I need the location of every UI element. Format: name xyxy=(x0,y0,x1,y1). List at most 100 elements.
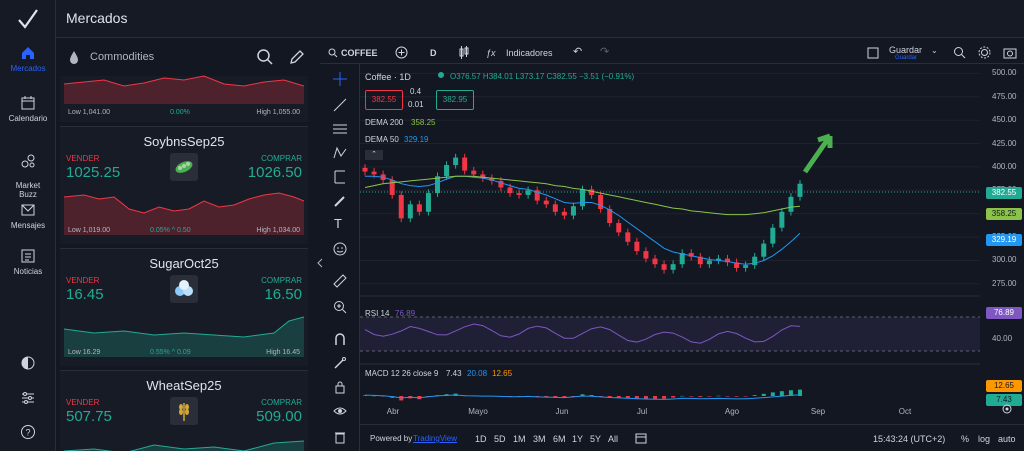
camera-icon[interactable] xyxy=(1003,46,1017,59)
help-icon[interactable]: ? xyxy=(20,424,36,440)
market-card-sugar[interactable]: SugarOct25 VENDER COMPRAR 16.45 16.50 Lo… xyxy=(60,248,308,366)
high-value: High 1,055.00 xyxy=(256,109,300,116)
layout-icon[interactable] xyxy=(867,47,879,59)
trend-line-icon[interactable] xyxy=(333,98,347,112)
symbol-button[interactable]: COFFEE xyxy=(341,48,378,58)
collapse-panel-icon[interactable] xyxy=(316,258,324,268)
undo-icon[interactable]: ↶ xyxy=(573,45,582,58)
price-axis[interactable]: 275.00300.00325.00350.00375.00400.00425.… xyxy=(980,64,1024,419)
buy-button[interactable]: 382.95 xyxy=(436,90,474,110)
indicators-button[interactable]: Indicadores xyxy=(506,48,553,58)
edit-pencil-icon[interactable] xyxy=(288,48,306,66)
range-3m[interactable]: 3M xyxy=(533,434,546,444)
range-1d[interactable]: 1D xyxy=(475,434,487,444)
chart-title: Coffee · 1D xyxy=(365,72,411,82)
search-icon[interactable] xyxy=(256,48,274,66)
market-card[interactable]: Low 1,041.00 0.00% High 1,055.00 xyxy=(60,75,308,122)
price-tick-label: 475.00 xyxy=(992,91,1017,101)
mail-icon xyxy=(21,204,35,216)
trash-icon[interactable] xyxy=(333,430,347,444)
sell-label: VENDER xyxy=(66,154,100,163)
tradingview-link[interactable]: TradingView xyxy=(413,434,457,443)
macd-bar xyxy=(716,395,721,397)
dema200-value: 358.25 xyxy=(411,118,436,127)
add-symbol-icon[interactable] xyxy=(395,46,408,59)
nav-item-noticias[interactable]: Noticias xyxy=(0,248,56,276)
instrument-name: WheatSep25 xyxy=(146,378,222,393)
candles-icon[interactable] xyxy=(458,46,470,59)
save-button[interactable]: Guardar xyxy=(889,45,922,55)
range-1y[interactable]: 1Y xyxy=(572,434,583,444)
range-5d[interactable]: 5D xyxy=(494,434,506,444)
buy-price-button[interactable]: 1026.50 xyxy=(248,164,302,181)
price-tick-label: 500.00 xyxy=(992,68,1017,78)
sell-price-button[interactable]: 16.45 xyxy=(66,286,104,303)
sell-button[interactable]: 382.55 xyxy=(365,90,403,110)
range-5y[interactable]: 5Y xyxy=(590,434,601,444)
text-tool-icon[interactable]: T xyxy=(334,216,342,231)
rsi-band xyxy=(360,317,980,351)
price-tick-label: 450.00 xyxy=(992,115,1017,125)
interval-button[interactable]: D xyxy=(430,48,437,58)
brand-logo-icon[interactable] xyxy=(17,8,39,30)
search-icon[interactable] xyxy=(328,48,338,58)
buy-label: COMPRAR xyxy=(261,398,302,407)
market-card-wheat[interactable]: WheatSep25 VENDER COMPRAR 507.75 509.00 xyxy=(60,370,308,451)
sell-price-button[interactable]: 1025.25 xyxy=(66,164,120,181)
crosshair-icon[interactable] xyxy=(333,72,347,86)
ruler-icon[interactable] xyxy=(333,274,347,288)
collapse-legend-icon[interactable]: ⌃ xyxy=(365,150,383,160)
emoji-icon[interactable] xyxy=(333,242,347,256)
clock-readout[interactable]: 15:43:24 (UTC+2) xyxy=(873,434,945,444)
measure-icon[interactable] xyxy=(333,170,347,184)
horizontal-lines-icon[interactable] xyxy=(333,122,347,136)
sell-label: VENDER xyxy=(66,276,100,285)
range-1m[interactable]: 1M xyxy=(513,434,526,444)
percent-toggle[interactable]: % xyxy=(961,434,969,444)
svg-text:?: ? xyxy=(25,428,30,438)
redo-icon[interactable]: ↷ xyxy=(600,45,609,58)
lock-drawing-icon[interactable] xyxy=(333,356,347,370)
candle-body xyxy=(407,204,413,219)
lock-icon[interactable] xyxy=(333,380,347,394)
nav-item-calendario[interactable]: Calendario xyxy=(0,95,56,123)
buy-price-button[interactable]: 16.50 xyxy=(264,286,302,303)
range-all[interactable]: All xyxy=(608,434,618,444)
buy-label: COMPRAR xyxy=(261,154,302,163)
candle-body xyxy=(670,264,676,270)
candle-body xyxy=(471,170,477,175)
settings-sliders-icon[interactable] xyxy=(20,390,36,406)
log-toggle[interactable]: log xyxy=(978,434,990,444)
nav-item-mercados[interactable]: Mercados xyxy=(0,45,56,73)
candle-body xyxy=(779,211,785,228)
dema200-tag: 358.25 xyxy=(986,208,1022,220)
nav-item-mensajes[interactable]: Mensajes xyxy=(0,202,56,230)
theme-toggle-icon[interactable] xyxy=(20,355,36,371)
quick-search-icon[interactable] xyxy=(953,46,966,59)
magnet-icon[interactable] xyxy=(333,332,347,346)
low-value: Low 1,041.00 xyxy=(68,109,111,116)
sell-price-button[interactable]: 507.75 xyxy=(66,408,112,425)
change-value: 0.05% ^ 0.50 xyxy=(150,227,191,234)
pattern-icon[interactable] xyxy=(333,146,347,160)
market-card-soybeans[interactable]: SoybnsSep25 VENDER COMPRAR 1025.25 1026.… xyxy=(60,126,308,244)
chart-settings-icon[interactable] xyxy=(1002,404,1012,414)
auto-toggle[interactable]: auto xyxy=(998,434,1016,444)
price-chart[interactable]: Abr Mayo Jun Jul Ago Sep Oct xyxy=(360,64,980,419)
chevron-down-icon[interactable]: ⌄ xyxy=(931,46,938,55)
zoom-in-icon[interactable] xyxy=(333,300,347,314)
date-range-icon[interactable] xyxy=(635,432,647,444)
drop-icon xyxy=(70,51,78,64)
rsi-value: 76.89 xyxy=(395,309,416,318)
candle-body xyxy=(362,167,368,172)
brush-icon[interactable] xyxy=(333,194,347,208)
candle-body xyxy=(570,206,576,216)
nav-item-market-buzz[interactable]: Market Buzz xyxy=(0,144,56,199)
eye-icon[interactable] xyxy=(333,404,347,418)
macd-bar xyxy=(680,395,685,397)
ohlc-values: O376.57 H384.01 L373.17 C382.55 −3.51 (−… xyxy=(450,72,635,81)
buy-price-button[interactable]: 509.00 xyxy=(256,408,302,425)
nav-label: Mensajes xyxy=(10,221,46,230)
range-6m[interactable]: 6M xyxy=(553,434,566,444)
gear-icon[interactable] xyxy=(978,46,991,59)
